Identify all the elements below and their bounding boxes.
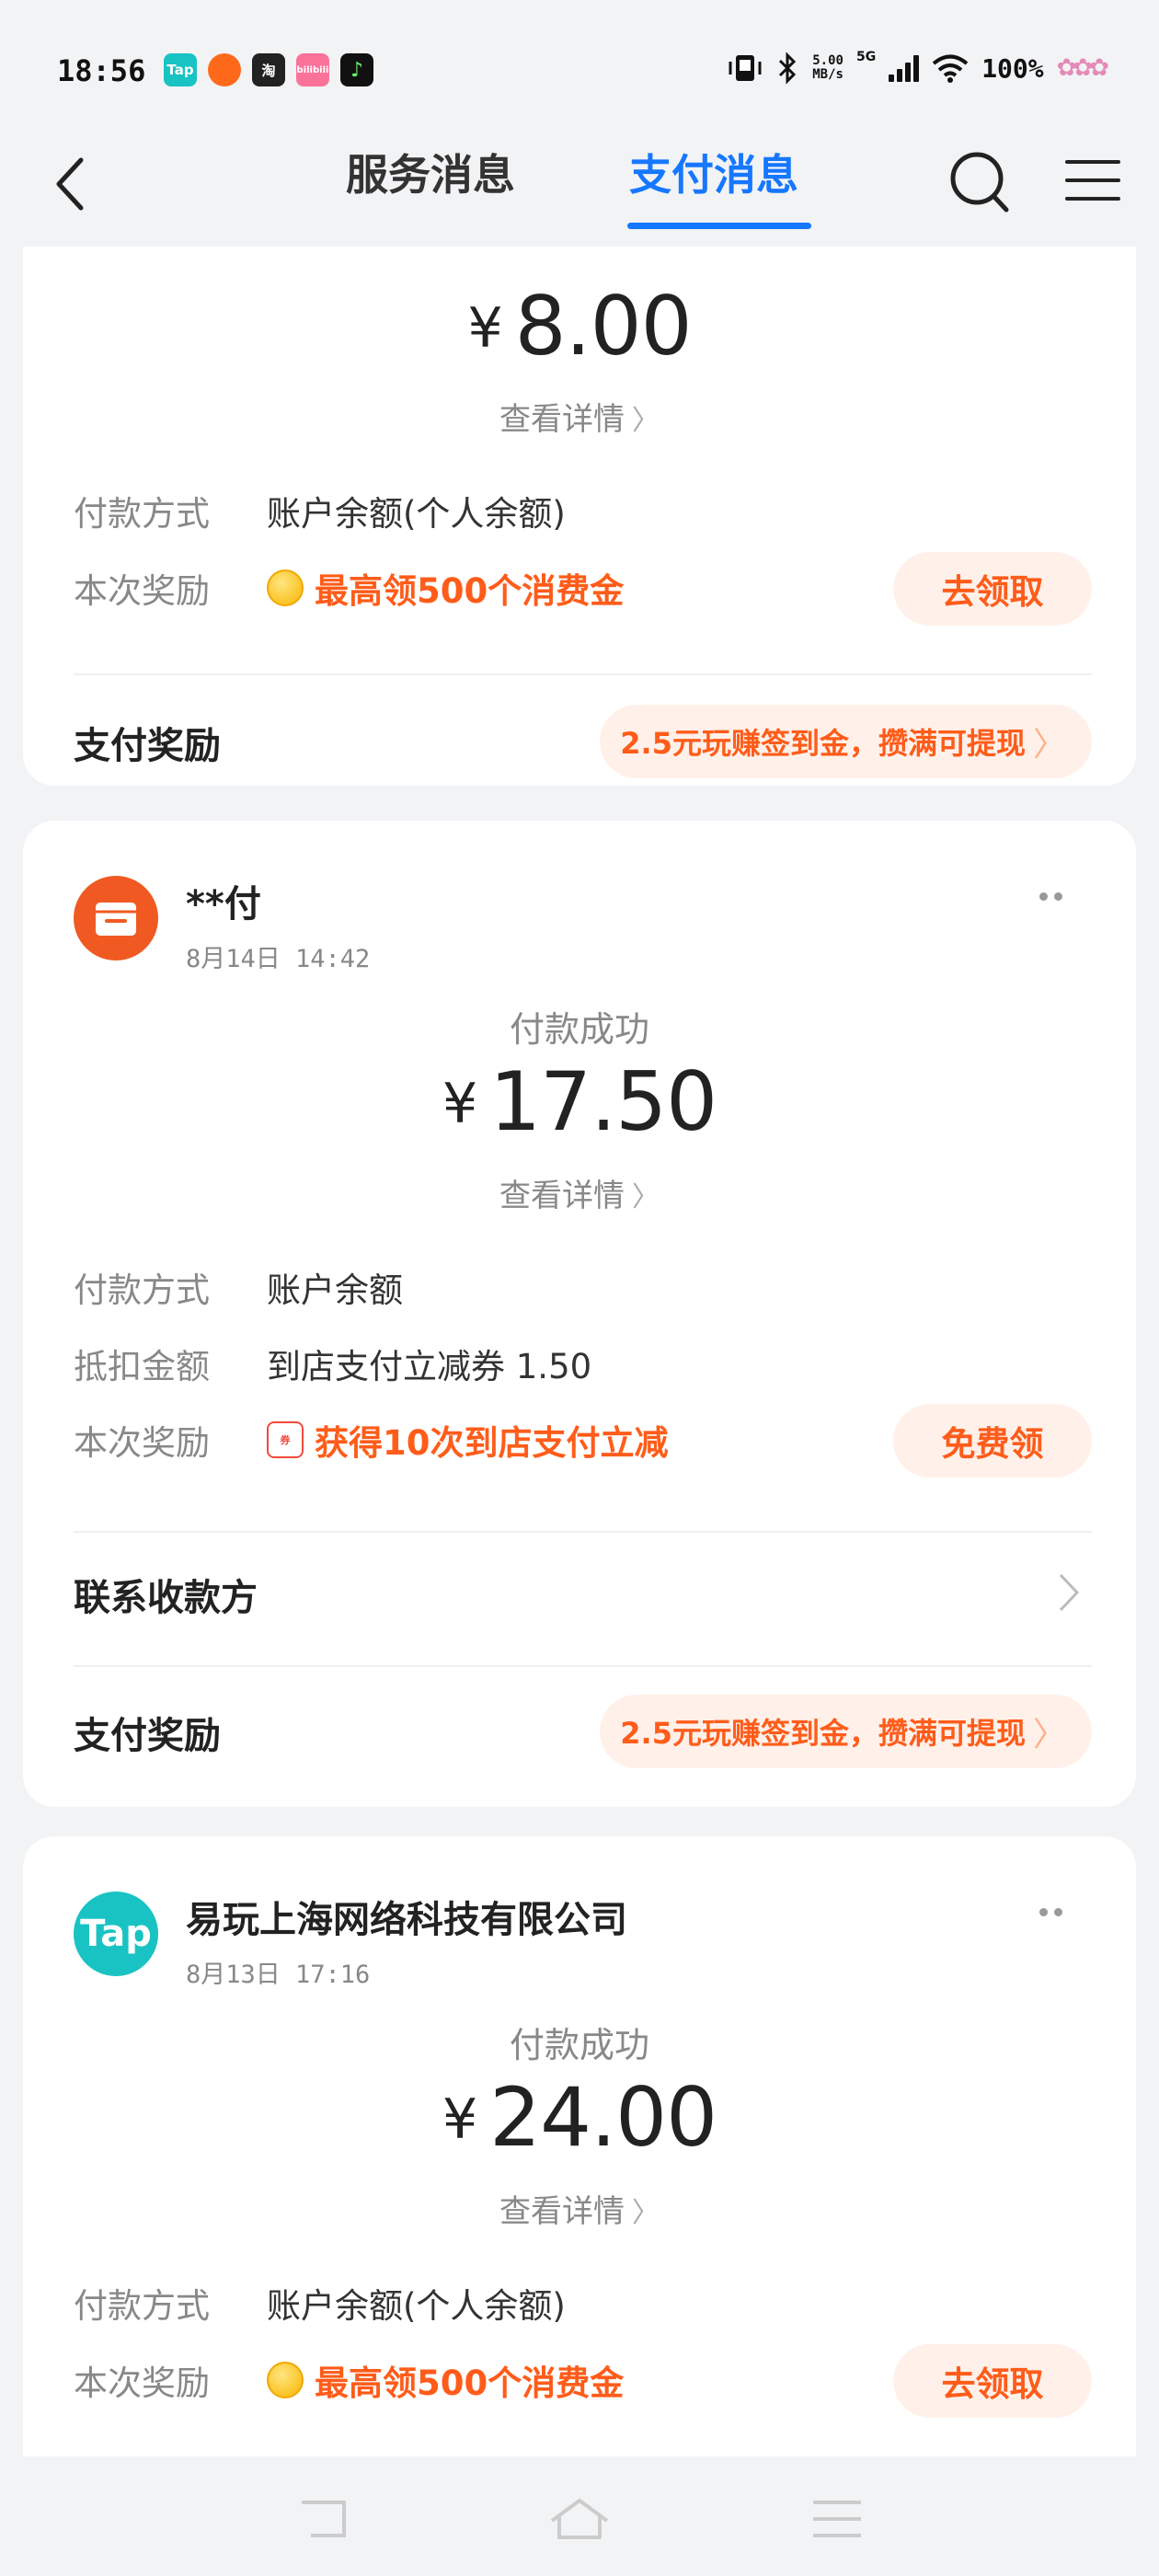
menu-lines-icon[interactable] xyxy=(804,2493,870,2545)
claim-reward-button[interactable]: 去领取 xyxy=(893,552,1092,626)
pay-reward-promo-button[interactable]: 2.5元玩赚签到金，攒满可提现〉 xyxy=(600,1695,1092,1768)
more-options-icon[interactable] xyxy=(1039,892,1062,901)
reward-label: 本次奖励 xyxy=(74,571,210,611)
reward-value: 券 获得10次到店支付立减 xyxy=(267,1415,669,1465)
chevron-right-icon: 〉 xyxy=(1032,726,1066,764)
message-time: 8月14日 14:42 xyxy=(186,945,371,973)
payment-card[interactable]: **付 8月14日 14:42 付款成功 ¥17.50 查看详情〉 付款方式 账… xyxy=(23,821,1136,1807)
menu-icon[interactable] xyxy=(1063,155,1122,206)
divider xyxy=(74,1531,1092,1533)
payment-card[interactable]: ¥8.00 查看详情〉 付款方式 账户余额(个人余额) 本次奖励 最高领500个… xyxy=(23,247,1136,786)
message-time: 8月13日 17:16 xyxy=(186,1961,371,1989)
free-claim-button[interactable]: 免费领 xyxy=(893,1404,1092,1478)
merchant-name: **付 xyxy=(186,883,261,926)
home-icon[interactable] xyxy=(546,2493,613,2545)
view-details-link[interactable]: 查看详情〉 xyxy=(23,2186,1136,2231)
recent-apps-icon[interactable] xyxy=(291,2493,357,2545)
cell-signal-icon xyxy=(889,54,920,82)
merchant-name: 易玩上海网络科技有限公司 xyxy=(186,1899,627,1941)
back-arrow-icon[interactable] xyxy=(48,149,94,219)
coin-icon xyxy=(267,569,304,606)
coin-icon xyxy=(267,2362,304,2398)
taptap-app-icon: Tap xyxy=(164,53,197,86)
chevron-right-icon: 〉 xyxy=(632,1181,660,1213)
network-speed: 5.00 MB/s xyxy=(812,53,843,82)
clock: 18:56 xyxy=(57,53,146,88)
payment-method-label: 付款方式 xyxy=(74,1271,210,1310)
pay-reward-title: 支付奖励 xyxy=(74,1715,221,1757)
payment-status: 付款成功 xyxy=(509,1009,649,1050)
chevron-right-icon: 〉 xyxy=(1032,1716,1066,1754)
tab-payment-messages[interactable]: 支付消息 xyxy=(629,142,798,202)
pay-reward-title: 支付奖励 xyxy=(74,725,221,767)
taptap-logo-icon: Tap xyxy=(74,1892,158,1976)
notification-icons: Tap 淘 bilibili ♪ xyxy=(164,53,373,86)
payment-method-value: 账户余额(个人余额) xyxy=(267,2286,566,2326)
vibrate-icon xyxy=(729,55,762,81)
payment-amount: ¥24.00 xyxy=(442,2070,717,2165)
reward-label: 本次奖励 xyxy=(74,1423,210,1463)
system-navigation-bar xyxy=(0,2456,1159,2576)
payment-method-label: 付款方式 xyxy=(74,2286,210,2326)
reward-label: 本次奖励 xyxy=(74,2363,210,2403)
reward-value: 最高领500个消费金 xyxy=(267,563,624,613)
status-bar: 18:56 Tap 淘 bilibili ♪ 5.00 MB/s 5G 100%… xyxy=(0,0,1159,138)
system-indicators: 5.00 MB/s 5G 100% ✿✿✿ xyxy=(728,50,1109,85)
payment-card[interactable]: Tap 易玩上海网络科技有限公司 8月13日 17:16 付款成功 ¥24.00… xyxy=(23,1836,1136,2456)
claim-reward-button[interactable]: 去领取 xyxy=(893,2344,1092,2418)
deduction-value: 到店支付立减券 1.50 xyxy=(267,1347,592,1386)
reward-value: 最高领500个消费金 xyxy=(267,2355,624,2405)
chevron-right-icon: 〉 xyxy=(632,405,660,437)
divider xyxy=(74,1665,1092,1667)
payment-status: 付款成功 xyxy=(509,2025,649,2065)
more-options-icon[interactable] xyxy=(1039,1908,1062,1916)
header: 服务消息 支付消息 xyxy=(0,138,1159,247)
payment-method-value: 账户余额 xyxy=(267,1271,403,1310)
active-tab-indicator xyxy=(627,223,811,229)
battery-level: 100% xyxy=(981,52,1044,84)
wifi-icon xyxy=(932,54,969,83)
bluetooth-icon xyxy=(779,52,797,85)
battery-flower-icon: ✿✿✿ xyxy=(1056,54,1109,82)
divider xyxy=(74,673,1092,675)
payment-message-list[interactable]: ¥8.00 查看详情〉 付款方式 账户余额(个人余额) 本次奖励 最高领500个… xyxy=(0,247,1159,2456)
store-logo-icon xyxy=(74,876,158,960)
deduction-label: 抵扣金额 xyxy=(74,1347,210,1386)
payment-amount: ¥8.00 xyxy=(467,279,692,374)
view-details-link[interactable]: 查看详情〉 xyxy=(23,394,1136,439)
music-app-icon: ♪ xyxy=(340,53,373,86)
search-icon[interactable] xyxy=(946,145,1012,219)
network-type-label: 5G xyxy=(855,50,877,64)
tab-service-messages[interactable]: 服务消息 xyxy=(346,142,515,202)
chevron-right-icon: 〉 xyxy=(632,2197,660,2229)
view-details-link[interactable]: 查看详情〉 xyxy=(23,1170,1136,1215)
contact-payee-link[interactable]: 联系收款方 xyxy=(74,1568,258,1621)
pay-reward-promo-button[interactable]: 2.5元玩赚签到金，攒满可提现〉 xyxy=(600,705,1092,778)
chevron-right-icon[interactable] xyxy=(1053,1570,1084,1616)
payment-method-label: 付款方式 xyxy=(74,494,210,534)
payment-amount: ¥17.50 xyxy=(442,1054,717,1149)
taobao-app-icon: 淘 xyxy=(252,53,285,86)
voucher-icon: 券 xyxy=(267,1421,304,1458)
pumpkin-app-icon xyxy=(208,53,241,86)
bilibili-app-icon: bilibili xyxy=(296,53,329,86)
payment-method-value: 账户余额(个人余额) xyxy=(267,494,566,534)
